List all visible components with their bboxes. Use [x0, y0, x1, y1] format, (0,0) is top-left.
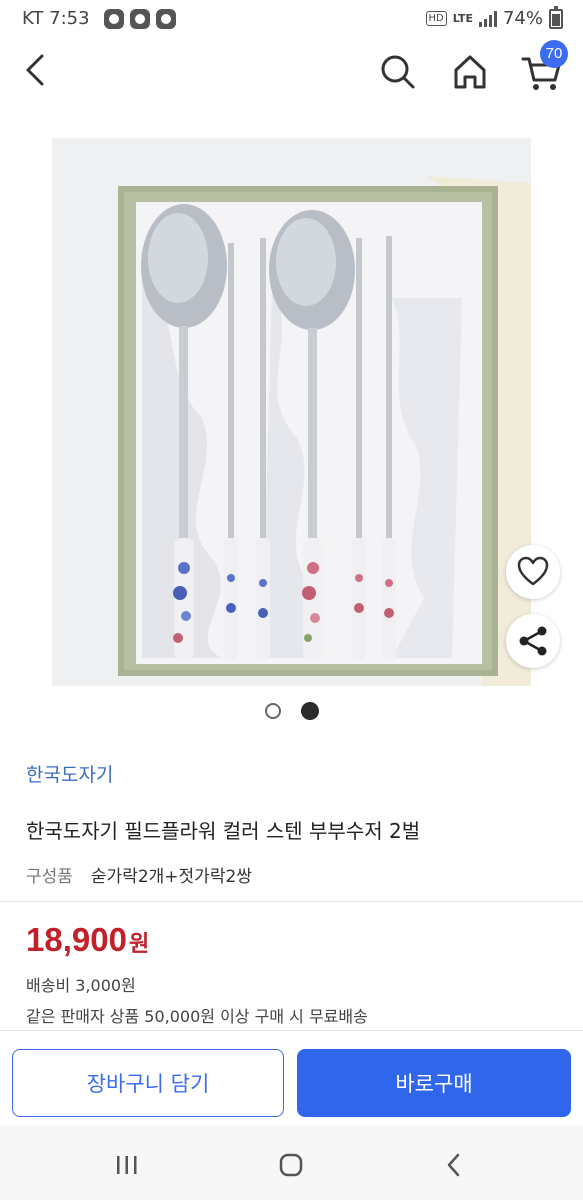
- carrier-time: KT 7:53: [22, 8, 90, 29]
- hd-badge: HD: [425, 11, 447, 26]
- purchase-bar: 장바구니 담기 바로구매: [0, 1030, 583, 1125]
- price-unit: 원: [128, 932, 150, 957]
- composition-label: 구성품: [26, 867, 73, 887]
- recent-apps-icon: [117, 1156, 137, 1174]
- notification-icon: [129, 8, 150, 29]
- signal-icon: [478, 10, 497, 27]
- system-back-button[interactable]: [434, 1145, 474, 1185]
- notification-icon: [103, 8, 124, 29]
- wishlist-button[interactable]: [506, 545, 560, 599]
- home-icon: [454, 55, 486, 89]
- notification-icons: [103, 8, 176, 29]
- product-image[interactable]: [52, 138, 531, 686]
- price: 18,900 원: [26, 921, 149, 959]
- divider: [0, 901, 583, 902]
- heart-icon: [517, 556, 549, 586]
- system-home-button[interactable]: [271, 1145, 311, 1185]
- cart-count-badge: 70: [540, 40, 568, 68]
- product-title: 한국도자기 필드플라워 컬러 스텐 부부수저 2벌: [26, 819, 421, 843]
- composition-value: 숟가락2개+젓가락2쌍: [90, 867, 252, 887]
- composition: 구성품 숟가락2개+젓가락2쌍: [26, 862, 252, 887]
- share-button[interactable]: [506, 614, 560, 668]
- cart-button[interactable]: 70: [520, 40, 568, 94]
- brand-link[interactable]: 한국도자기: [26, 760, 113, 787]
- back-button[interactable]: [16, 50, 56, 90]
- system-nav-bar: [0, 1125, 583, 1200]
- home-circle-icon: [279, 1153, 303, 1177]
- recent-apps-button[interactable]: [107, 1145, 147, 1185]
- notification-icon: [155, 8, 176, 29]
- share-icon: [519, 626, 547, 656]
- app-header: 70: [0, 40, 583, 104]
- gallery-dot[interactable]: [264, 703, 281, 719]
- free-shipping-info: 같은 판매자 상품 50,000원 이상 구매 시 무료배송: [26, 1007, 368, 1026]
- product-photo: [52, 138, 531, 686]
- back-icon: [26, 54, 44, 86]
- search-button[interactable]: [376, 50, 420, 94]
- network-type: LTE: [452, 12, 473, 25]
- status-bar: KT 7:53 HD LTE 74%: [0, 0, 583, 40]
- status-left: KT 7:53: [22, 8, 176, 29]
- buy-now-button[interactable]: 바로구매: [297, 1049, 571, 1117]
- price-value: 18,900: [26, 921, 127, 958]
- add-to-cart-button[interactable]: 장바구니 담기: [12, 1049, 284, 1117]
- gallery-dot-active[interactable]: [300, 702, 319, 720]
- shipping-fee: 배송비 3,000원: [26, 976, 136, 995]
- battery-icon: [549, 5, 563, 29]
- battery-percent: 74%: [502, 8, 543, 29]
- status-right: HD LTE 74%: [425, 5, 563, 29]
- back-chevron-icon: [447, 1153, 460, 1177]
- gallery-indicator: [0, 699, 583, 723]
- home-button[interactable]: [448, 50, 492, 94]
- search-icon: [381, 55, 415, 89]
